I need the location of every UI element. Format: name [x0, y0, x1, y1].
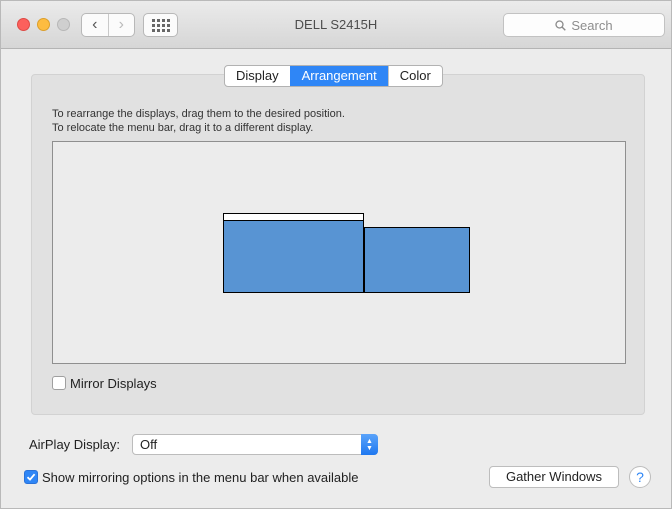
checkmark-icon — [26, 473, 36, 481]
show-mirroring-checkbox[interactable] — [24, 470, 38, 484]
show-mirroring-label: Show mirroring options in the menu bar w… — [42, 470, 359, 485]
instruction-rearrange: To rearrange the displays, drag them to … — [52, 108, 345, 120]
secondary-display-thumbnail[interactable] — [364, 227, 470, 293]
tab-arrangement[interactable]: Arrangement — [289, 66, 388, 86]
display-arrangement-area — [52, 141, 626, 364]
tab-color[interactable]: Color — [387, 66, 442, 86]
menu-bar-handle[interactable] — [223, 213, 364, 220]
gather-windows-button[interactable]: Gather Windows — [489, 466, 619, 488]
airplay-select[interactable]: Off ▲ ▼ — [132, 434, 378, 455]
title-bar[interactable]: ‹ › DELL S2415H Search — [1, 1, 671, 49]
mirror-displays-checkbox[interactable] — [52, 376, 66, 390]
airplay-selected-value: Off — [140, 437, 158, 452]
airplay-label: AirPlay Display: — [29, 437, 121, 452]
help-icon[interactable]: ? — [629, 466, 651, 488]
search-field[interactable]: Search — [503, 13, 665, 37]
mirror-displays-label: Mirror Displays — [70, 376, 157, 391]
popup-arrows-icon: ▲ ▼ — [361, 434, 378, 455]
tab-display[interactable]: Display — [225, 66, 290, 86]
main-display-thumbnail[interactable] — [223, 220, 364, 293]
search-placeholder: Search — [571, 17, 613, 33]
tab-bar: Display Arrangement Color — [224, 65, 443, 87]
magnifier-icon — [555, 19, 567, 31]
preferences-window: ‹ › DELL S2415H Search Display Arrangeme… — [0, 0, 672, 509]
instruction-menubar: To relocate the menu bar, drag it to a d… — [52, 122, 314, 134]
